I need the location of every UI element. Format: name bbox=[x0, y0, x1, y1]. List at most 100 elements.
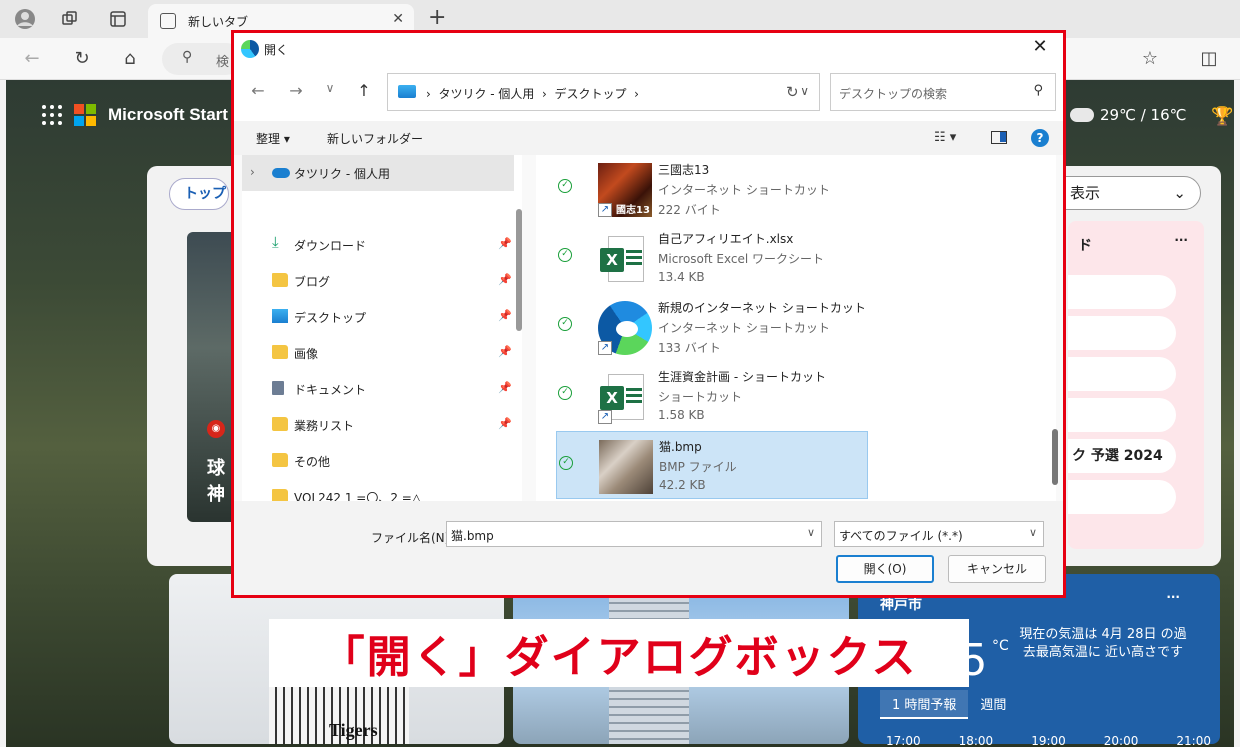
nav-item-documents[interactable]: ドキュメント 📌 bbox=[272, 375, 516, 403]
file-list-scrollbar[interactable] bbox=[1052, 429, 1058, 485]
list-item-file[interactable]: ✓ X ↗ 生涯資金計画 - ショートカット ショートカット 1.58 KB bbox=[556, 362, 868, 430]
profile-avatar-icon[interactable] bbox=[13, 7, 37, 31]
open-button[interactable]: 開く(O) bbox=[836, 555, 934, 583]
chevron-down-icon[interactable]: ∨ bbox=[800, 84, 809, 98]
search-icon: ⚲ bbox=[182, 49, 193, 65]
file-name: 三國志13 bbox=[658, 163, 710, 177]
refresh-icon[interactable]: ↻ bbox=[786, 83, 799, 101]
file-size: 133 バイト bbox=[658, 341, 721, 355]
nav-pane-scrollbar[interactable] bbox=[516, 209, 522, 331]
view-options-icon[interactable]: ☷ ▾ bbox=[934, 130, 956, 145]
search-input[interactable]: デスクトップの検索 ⚲ bbox=[830, 73, 1056, 111]
folder-icon bbox=[272, 417, 288, 431]
list-item-file-selected[interactable]: ✓ 猫.bmp BMP ファイル 42.2 KB bbox=[556, 431, 868, 499]
news-source-icon: ◉ bbox=[207, 420, 225, 438]
app-launcher-icon[interactable] bbox=[42, 105, 62, 125]
trending-item[interactable] bbox=[1068, 398, 1176, 432]
folder-icon bbox=[272, 345, 288, 359]
close-icon[interactable]: ✕ bbox=[1025, 36, 1055, 57]
trophy-icon[interactable]: 🏆 bbox=[1211, 106, 1233, 127]
workspaces-icon[interactable] bbox=[58, 7, 82, 31]
file-type: インターネット ショートカット bbox=[658, 183, 830, 197]
split-screen-icon[interactable]: ◫ bbox=[1197, 47, 1221, 71]
cancel-button[interactable]: キャンセル bbox=[948, 555, 1046, 583]
expand-chevron-icon[interactable]: › bbox=[250, 165, 255, 179]
tab-close-icon[interactable]: ✕ bbox=[392, 11, 404, 27]
search-placeholder: デスクトップの検索 bbox=[839, 87, 948, 101]
download-icon: ⤓ bbox=[272, 233, 279, 251]
hourly-times: 17:00 18:00 19:00 20:00 21:00 bbox=[886, 734, 1211, 747]
nav-item-desktop[interactable]: デスクトップ 📌 bbox=[272, 303, 516, 331]
back-arrow-icon[interactable]: ← bbox=[246, 81, 270, 100]
desktop-folder-icon bbox=[398, 85, 416, 98]
tab-hourly[interactable]: 1 時間予報 bbox=[880, 690, 969, 719]
trending-item[interactable]: ク 予選 2024 bbox=[1068, 439, 1176, 473]
help-icon[interactable]: ? bbox=[1031, 129, 1049, 147]
news-headline[interactable]: 球 神 bbox=[207, 456, 225, 508]
trending-item[interactable] bbox=[1068, 275, 1176, 309]
up-arrow-icon[interactable]: ↑ bbox=[352, 81, 376, 100]
document-icon bbox=[272, 381, 284, 395]
nav-item-other[interactable]: その他 bbox=[272, 447, 516, 475]
dialog-highlight-frame: 開く ✕ ← → ∨ ↑ › タツリク - 個人用 › デスクトップ › ∨ ↻… bbox=[231, 30, 1066, 598]
nav-item-pictures[interactable]: 画像 📌 bbox=[272, 339, 516, 367]
recent-locations-chevron-icon[interactable]: ∨ bbox=[318, 81, 342, 95]
synced-check-icon: ✓ bbox=[558, 386, 572, 400]
new-tab-plus-icon[interactable]: + bbox=[428, 5, 446, 30]
weather-summary[interactable]: 29℃ / 16℃ bbox=[1066, 102, 1186, 124]
new-folder-button[interactable]: 新しいフォルダー bbox=[327, 130, 423, 147]
file-name: 新規のインターネット ショートカット bbox=[658, 301, 866, 315]
list-item-file[interactable]: ✓ ↗ 新規のインターネット ショートカット インターネット ショートカット 1… bbox=[556, 293, 868, 361]
folder-icon bbox=[272, 489, 288, 501]
nav-item-vol242[interactable]: VOL242 1 =〇、2 =△ bbox=[272, 483, 516, 501]
filename-input[interactable]: 猫.bmp ∨ bbox=[446, 521, 822, 547]
annotation-caption: 「開く」ダイアログボックス bbox=[269, 619, 969, 687]
folder-icon bbox=[272, 453, 288, 467]
refresh-icon[interactable]: ↻ bbox=[70, 47, 94, 71]
temp-unit: °C bbox=[992, 638, 1009, 654]
game-thumbnail: 國志13 ↗ bbox=[598, 163, 652, 217]
breadcrumb-item-desktop[interactable]: デスクトップ bbox=[554, 87, 626, 101]
filetype-select[interactable]: すべてのファイル (*.*) ∨ bbox=[834, 521, 1044, 547]
more-options-icon[interactable]: ··· bbox=[1174, 233, 1188, 247]
home-icon[interactable]: ⌂ bbox=[118, 47, 142, 71]
trending-item[interactable] bbox=[1068, 480, 1176, 514]
file-size: 42.2 KB bbox=[659, 478, 706, 492]
list-item-file[interactable]: ✓ X 自己アフィリエイト.xlsx Microsoft Excel ワークシー… bbox=[556, 224, 868, 292]
more-options-icon[interactable]: ··· bbox=[1166, 590, 1180, 604]
chevron-down-icon: ⌄ bbox=[1173, 184, 1186, 202]
partly-cloudy-icon bbox=[1066, 102, 1094, 122]
breadcrumb-item-onedrive[interactable]: タツリク - 個人用 bbox=[438, 87, 534, 101]
breadcrumb[interactable]: › タツリク - 個人用 › デスクトップ › ∨ bbox=[387, 73, 820, 111]
dialog-titlebar[interactable]: 開く ✕ bbox=[234, 33, 1063, 65]
nav-item-downloads[interactable]: ⤓ ダウンロード 📌 bbox=[272, 231, 516, 259]
nav-item-onedrive[interactable]: › タツリク - 個人用 bbox=[242, 155, 514, 191]
tab-top[interactable]: トップ bbox=[169, 178, 229, 210]
file-type: インターネット ショートカット bbox=[658, 321, 830, 335]
back-arrow-icon[interactable]: ← bbox=[20, 47, 44, 71]
filetype-value: すべてのファイル (*.*) bbox=[839, 529, 963, 543]
shortcut-arrow-icon: ↗ bbox=[598, 341, 612, 355]
favorite-star-icon[interactable]: ☆ bbox=[1138, 47, 1162, 71]
trending-item[interactable] bbox=[1068, 316, 1176, 350]
preview-pane-icon[interactable] bbox=[991, 131, 1007, 144]
list-item-file[interactable]: ✓ 國志13 ↗ 三國志13 インターネット ショートカット 222 バイト bbox=[556, 155, 868, 223]
nav-item-blog[interactable]: ブログ 📌 bbox=[272, 267, 516, 295]
dialog-title: 開く bbox=[264, 43, 289, 57]
dialog-navigation-bar: ← → ∨ ↑ › タツリク - 個人用 › デスクトップ › ∨ ↻ デスクト… bbox=[234, 65, 1063, 121]
forward-arrow-icon[interactable]: → bbox=[284, 81, 308, 100]
organize-menu[interactable]: 整理 ▾ bbox=[256, 130, 290, 147]
pin-icon: 📌 bbox=[498, 417, 512, 430]
synced-check-icon: ✓ bbox=[558, 179, 572, 193]
trending-item[interactable] bbox=[1068, 357, 1176, 391]
address-bar[interactable]: ⚲ 検 bbox=[162, 43, 242, 75]
excel-icon: X bbox=[598, 232, 652, 286]
pin-icon: 📌 bbox=[498, 309, 512, 322]
tab-actions-icon[interactable] bbox=[106, 7, 130, 31]
nav-item-work-list[interactable]: 業務リスト 📌 bbox=[272, 411, 516, 439]
file-type: Microsoft Excel ワークシート bbox=[658, 252, 825, 266]
filename-label: ファイル名(N): bbox=[371, 531, 454, 545]
synced-check-icon: ✓ bbox=[558, 248, 572, 262]
chevron-down-icon[interactable]: ∨ bbox=[807, 526, 815, 539]
tab-weekly[interactable]: 週間 bbox=[968, 690, 1018, 719]
